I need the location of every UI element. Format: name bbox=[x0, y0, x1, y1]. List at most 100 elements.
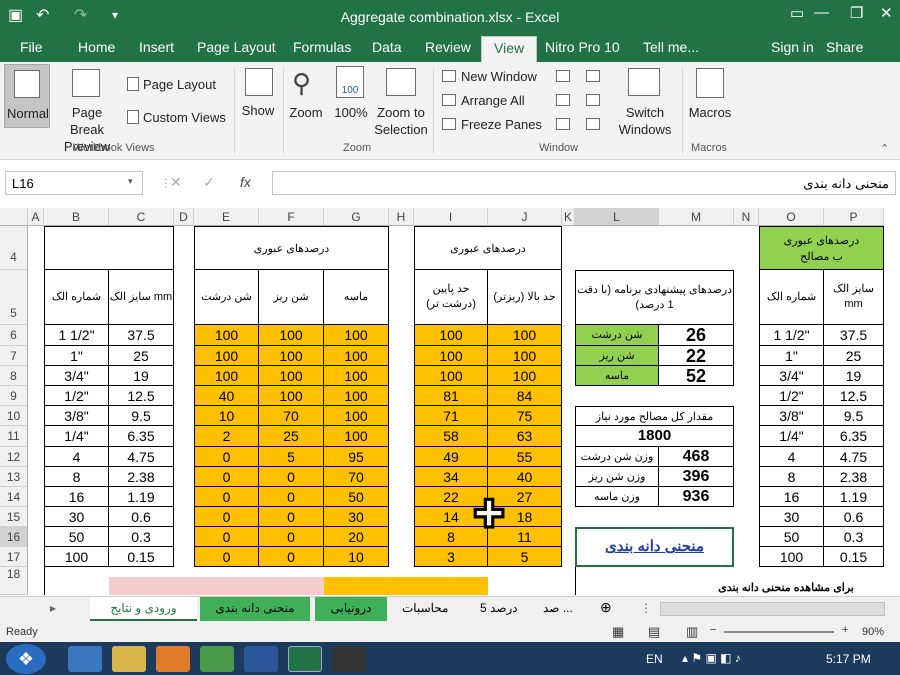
table-cell-f[interactable]: 100 bbox=[259, 366, 324, 386]
sign-in-link[interactable]: Sign in bbox=[771, 39, 814, 55]
table-cell-size[interactable]: 6.35 bbox=[824, 426, 884, 447]
close-icon[interactable]: ✕ bbox=[880, 4, 893, 22]
row-header[interactable]: 4 bbox=[0, 226, 28, 270]
sheet-tab[interactable]: محاسبات bbox=[392, 597, 458, 621]
tab-review[interactable]: Review bbox=[425, 39, 471, 55]
macros-button[interactable]: Macros bbox=[687, 104, 733, 121]
row-header[interactable]: 13 bbox=[0, 467, 28, 487]
table-cell-no[interactable]: 1/2" bbox=[759, 386, 824, 406]
tell-me-search[interactable]: Tell me... bbox=[643, 39, 699, 55]
table-cell-size[interactable]: 0.3 bbox=[824, 527, 884, 547]
column-header[interactable]: H bbox=[389, 208, 414, 226]
table-cell-no[interactable]: 8 bbox=[44, 467, 109, 487]
table-cell-no[interactable]: 16 bbox=[759, 487, 824, 507]
zoom-selection-button[interactable]: Zoom to Selection bbox=[372, 104, 430, 138]
table-cell-s[interactable]: 50 bbox=[324, 487, 389, 507]
normal-view-status-icon[interactable]: ▦ bbox=[612, 624, 624, 640]
table-cell-no[interactable]: 16 bbox=[44, 487, 109, 507]
table-cell-c[interactable]: 0 bbox=[194, 447, 259, 467]
column-header[interactable]: O bbox=[759, 208, 824, 226]
chrome-icon[interactable] bbox=[200, 646, 234, 672]
table-cell-lo[interactable]: 81 bbox=[414, 386, 488, 406]
sheet-tab[interactable]: درونیابی bbox=[315, 597, 387, 621]
table-cell-c[interactable]: 0 bbox=[194, 467, 259, 487]
column-header[interactable]: B bbox=[44, 208, 109, 226]
table-cell-c[interactable]: 40 bbox=[194, 386, 259, 406]
table-cell-size[interactable]: 1.19 bbox=[824, 487, 884, 507]
row-header[interactable]: 5 bbox=[0, 270, 28, 325]
zoom-100-button[interactable]: 100% bbox=[331, 104, 371, 121]
custom-views-button[interactable]: Custom Views bbox=[143, 109, 226, 126]
reset-position-icon[interactable] bbox=[586, 118, 600, 130]
page-break-preview-button[interactable]: Page Break Preview bbox=[54, 64, 120, 154]
column-header[interactable]: F bbox=[259, 208, 324, 226]
normal-view-button[interactable]: Normal bbox=[4, 64, 50, 128]
column-header[interactable]: A bbox=[28, 208, 44, 226]
ribbon-options-icon[interactable]: ▭ bbox=[790, 4, 804, 22]
row-header[interactable]: 12 bbox=[0, 447, 28, 467]
row-header[interactable]: 11 bbox=[0, 426, 28, 447]
table-cell-f[interactable]: 0 bbox=[259, 507, 324, 527]
table-cell-s[interactable]: 95 bbox=[324, 447, 389, 467]
language-indicator[interactable]: EN bbox=[646, 652, 663, 666]
coarse-percent[interactable]: 26 bbox=[659, 325, 734, 346]
table-cell-no[interactable]: 100 bbox=[44, 547, 109, 567]
recorder-icon[interactable] bbox=[332, 646, 366, 672]
sand-percent[interactable]: 52 bbox=[659, 366, 734, 386]
row-header[interactable]: 6 bbox=[0, 325, 28, 346]
split-icon[interactable] bbox=[556, 70, 570, 82]
table-cell-hi[interactable]: 75 bbox=[488, 406, 562, 426]
table-cell-size[interactable]: 9.5 bbox=[824, 406, 884, 426]
table-cell-s[interactable]: 100 bbox=[324, 366, 389, 386]
share-button[interactable]: Share bbox=[826, 39, 863, 55]
table-cell-no[interactable]: 50 bbox=[44, 527, 109, 547]
zoom-out-icon[interactable]: − bbox=[710, 624, 716, 636]
table-cell-no[interactable]: 3/8" bbox=[759, 406, 824, 426]
column-header[interactable]: C bbox=[109, 208, 174, 226]
add-sheet-icon[interactable]: ⊕ bbox=[590, 597, 622, 621]
row-header[interactable]: 7 bbox=[0, 346, 28, 366]
column-header[interactable]: K bbox=[562, 208, 575, 226]
row-header[interactable]: 9 bbox=[0, 386, 28, 406]
page-break-status-icon[interactable]: ▥ bbox=[686, 624, 698, 640]
table-cell-s[interactable]: 30 bbox=[324, 507, 389, 527]
table-cell-no[interactable]: 50 bbox=[759, 527, 824, 547]
weight-sand[interactable]: 936 bbox=[659, 487, 734, 507]
horizontal-scrollbar[interactable] bbox=[660, 602, 885, 616]
table-cell-lo[interactable]: 100 bbox=[414, 325, 488, 346]
table-cell-f[interactable]: 25 bbox=[259, 426, 324, 447]
new-window-button[interactable]: New Window bbox=[461, 68, 537, 85]
tab-page-layout[interactable]: Page Layout bbox=[197, 39, 276, 55]
table-cell-hi[interactable]: 55 bbox=[488, 447, 562, 467]
table-cell-hi[interactable]: 100 bbox=[488, 325, 562, 346]
table-cell-hi[interactable]: 40 bbox=[488, 467, 562, 487]
table-cell-no[interactable]: 3/4" bbox=[759, 366, 824, 386]
unhide-icon[interactable] bbox=[556, 118, 570, 130]
table-cell-no[interactable]: 30 bbox=[44, 507, 109, 527]
column-header-active[interactable]: L bbox=[575, 208, 659, 226]
table-cell-c[interactable]: 10 bbox=[194, 406, 259, 426]
tab-data[interactable]: Data bbox=[372, 39, 402, 55]
column-header[interactable]: M bbox=[659, 208, 734, 226]
table-cell-size[interactable]: 37.5 bbox=[109, 325, 174, 346]
table-cell-size[interactable]: 25 bbox=[109, 346, 174, 366]
freeze-panes-button[interactable]: Freeze Panes bbox=[461, 116, 542, 133]
table-cell-size[interactable]: 0.3 bbox=[109, 527, 174, 547]
table-cell-no[interactable]: 1 1/2" bbox=[759, 325, 824, 346]
table-cell-size[interactable]: 2.38 bbox=[109, 467, 174, 487]
table-cell-size[interactable]: 9.5 bbox=[109, 406, 174, 426]
table-cell-s[interactable]: 20 bbox=[324, 527, 389, 547]
start-button-icon[interactable]: ❖ bbox=[6, 644, 46, 674]
fine-percent[interactable]: 22 bbox=[659, 346, 734, 366]
column-header[interactable]: N bbox=[734, 208, 759, 226]
table-cell-lo[interactable]: 34 bbox=[414, 467, 488, 487]
tab-view[interactable]: View bbox=[481, 36, 538, 62]
table-cell-no[interactable]: 1 1/2" bbox=[44, 325, 109, 346]
weight-fine[interactable]: 396 bbox=[659, 467, 734, 487]
column-header[interactable]: J bbox=[488, 208, 562, 226]
spreadsheet-grid[interactable]: A B C D E F G H I J K L M N O P 4 5 6 7 … bbox=[0, 208, 900, 595]
excel-icon[interactable] bbox=[288, 646, 322, 672]
table-cell-c[interactable]: 100 bbox=[194, 325, 259, 346]
hide-icon[interactable] bbox=[556, 94, 570, 106]
table-cell-hi[interactable]: 63 bbox=[488, 426, 562, 447]
